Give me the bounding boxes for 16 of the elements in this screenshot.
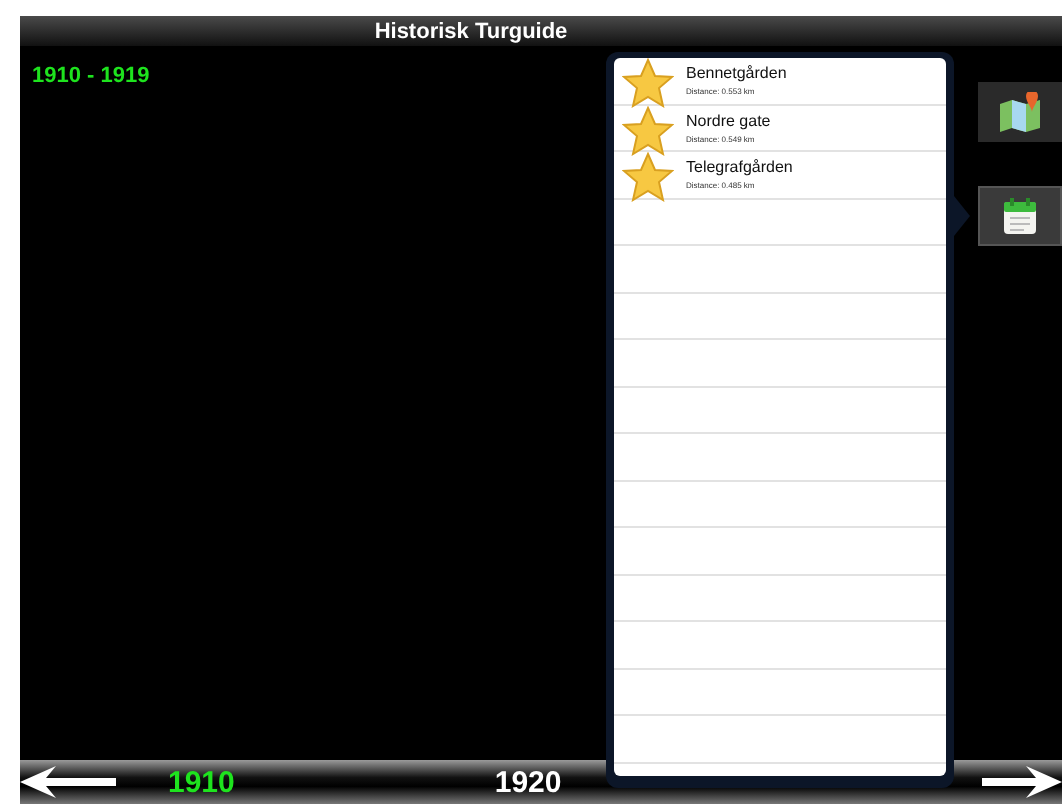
map-icon [998, 92, 1042, 132]
star-icon [622, 58, 674, 108]
star-icon [622, 152, 674, 202]
year-label[interactable]: 1910 [168, 765, 235, 799]
side-button[interactable] [978, 186, 1062, 246]
calendar-icon [1004, 198, 1036, 234]
period-label: 1910 - 1919 [32, 64, 150, 88]
star-icon [622, 105, 674, 155]
place-name: Nordre gate [686, 111, 771, 131]
app-title: Historisk Turguide [374, 19, 568, 43]
year-label[interactable]: 1920 [494, 765, 562, 799]
place-name: Bennetgården [686, 64, 787, 84]
left-arrow-icon[interactable] [20, 766, 116, 798]
place-name: Telegrafgården [686, 158, 793, 178]
right-arrow-icon[interactable] [982, 766, 1062, 798]
side-button[interactable] [978, 82, 1062, 142]
